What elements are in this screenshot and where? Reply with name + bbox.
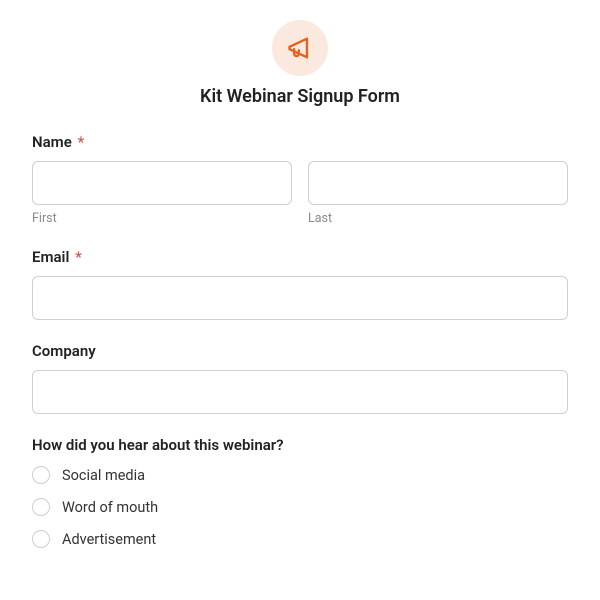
- referral-radio-social[interactable]: [32, 466, 50, 484]
- company-field-block: Company: [32, 342, 568, 414]
- name-required-mark: *: [78, 133, 85, 151]
- referral-label: How did you hear about this webinar?: [32, 436, 568, 454]
- referral-option: Word of mouth: [32, 498, 568, 516]
- form-icon-wrap: [32, 20, 568, 76]
- last-name-sublabel: Last: [308, 211, 568, 226]
- referral-radio-label[interactable]: Advertisement: [62, 531, 156, 548]
- megaphone-icon: [272, 20, 328, 76]
- last-name-input[interactable]: [308, 161, 568, 205]
- email-field-block: Email *: [32, 248, 568, 320]
- email-input[interactable]: [32, 276, 568, 320]
- name-label-text: Name: [32, 133, 72, 151]
- name-label: Name *: [32, 133, 568, 151]
- referral-option: Advertisement: [32, 530, 568, 548]
- first-name-sublabel: First: [32, 211, 292, 226]
- referral-radio-label[interactable]: Word of mouth: [62, 499, 158, 516]
- first-name-input[interactable]: [32, 161, 292, 205]
- referral-field-block: How did you hear about this webinar? Soc…: [32, 436, 568, 548]
- email-required-mark: *: [75, 248, 82, 266]
- referral-option: Social media: [32, 466, 568, 484]
- email-label: Email *: [32, 248, 568, 266]
- company-input[interactable]: [32, 370, 568, 414]
- referral-radio-word[interactable]: [32, 498, 50, 516]
- email-label-text: Email: [32, 248, 69, 266]
- referral-radio-label[interactable]: Social media: [62, 467, 145, 484]
- referral-radio-group: Social media Word of mouth Advertisement: [32, 466, 568, 548]
- form-title: Kit Webinar Signup Form: [32, 86, 568, 107]
- name-field-block: Name * First Last: [32, 133, 568, 226]
- referral-radio-advertisement[interactable]: [32, 530, 50, 548]
- company-label: Company: [32, 342, 568, 360]
- signup-form: Kit Webinar Signup Form Name * First Las…: [0, 0, 600, 548]
